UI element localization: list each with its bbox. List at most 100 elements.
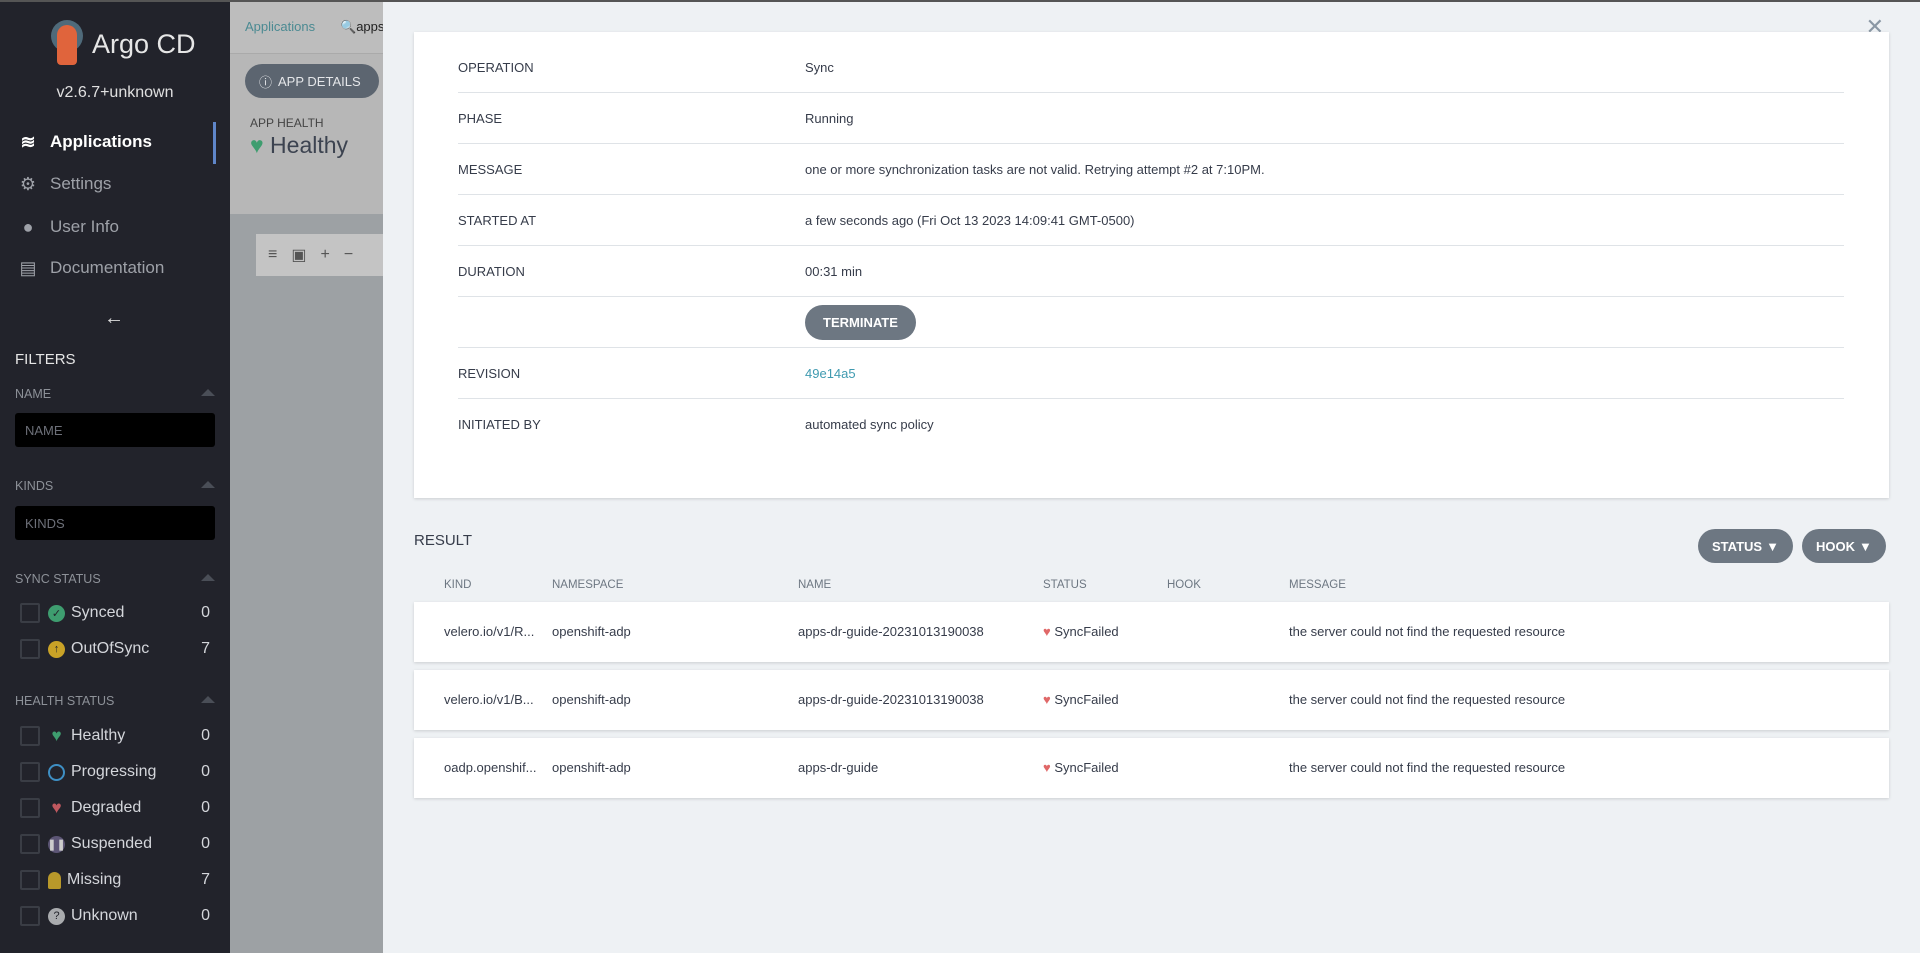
info-icon: ⓘ bbox=[259, 74, 273, 90]
argo-logo-icon bbox=[48, 20, 86, 68]
cell-namespace: openshift-adp bbox=[552, 692, 631, 707]
filter-label: Degraded bbox=[71, 799, 142, 816]
checkbox[interactable] bbox=[20, 870, 40, 890]
nav-documentation[interactable]: ▤ Documentation bbox=[0, 248, 230, 288]
checkbox[interactable] bbox=[20, 834, 40, 854]
table-row[interactable]: oadp.openshif... openshift-adp apps-dr-g… bbox=[414, 738, 1889, 798]
checkbox[interactable] bbox=[20, 762, 40, 782]
filter-progressing[interactable]: Progressing 0 bbox=[20, 759, 210, 785]
app-summary: ⓘ APP DETAILS APP HEALTH ♥ Healthy bbox=[230, 54, 390, 214]
pause-circle-icon: ❚❚ bbox=[47, 835, 66, 853]
app-health-label: APP HEALTH bbox=[250, 116, 324, 130]
table-row[interactable]: velero.io/v1/B... openshift-adp apps-dr-… bbox=[414, 670, 1889, 730]
cell-status: ♥ SyncFailed bbox=[1043, 760, 1119, 775]
filter-unknown[interactable]: ? Unknown 0 bbox=[20, 903, 210, 929]
filter-degraded[interactable]: ♥ Degraded 0 bbox=[20, 795, 210, 821]
broken-heart-icon: ♥ bbox=[51, 798, 62, 817]
cell-message: the server could not find the requested … bbox=[1289, 624, 1566, 639]
cell-namespace: openshift-adp bbox=[552, 760, 631, 775]
column-header-kind: KIND bbox=[444, 579, 472, 591]
app-details-button[interactable]: ⓘ APP DETAILS bbox=[245, 64, 379, 98]
cell-name: apps-dr-guide bbox=[798, 760, 879, 775]
kinds-filter-input[interactable]: KINDS bbox=[15, 506, 215, 540]
breadcrumb-applications[interactable]: Applications bbox=[245, 19, 315, 34]
hook-filter-button[interactable]: HOOK ▼ bbox=[1802, 529, 1886, 563]
heart-icon: ♥ bbox=[51, 726, 62, 745]
button-label: HOOK bbox=[1816, 538, 1855, 554]
filter-label: Unknown bbox=[71, 907, 138, 924]
cell-status: ♥ SyncFailed bbox=[1043, 692, 1119, 707]
nav-label: Applications bbox=[50, 132, 153, 151]
terminate-button[interactable]: TERMINATE bbox=[805, 304, 916, 340]
nav-settings[interactable]: ⚙ Settings bbox=[0, 164, 230, 204]
health-status-header[interactable]: HEALTH STATUS bbox=[15, 694, 215, 708]
operation-row: OPERATION Sync bbox=[458, 42, 1844, 93]
user-icon: ● bbox=[22, 216, 34, 237]
zoom-in-icon[interactable]: + bbox=[320, 246, 329, 264]
filter-missing[interactable]: Missing 7 bbox=[20, 867, 210, 893]
section-label: NAME bbox=[15, 387, 52, 401]
started-at-row: STARTED AT a few seconds ago (Fri Oct 13 … bbox=[458, 195, 1844, 246]
book-icon: ▤ bbox=[19, 257, 37, 278]
kinds-filter-header[interactable]: KINDS bbox=[15, 479, 215, 493]
logo[interactable]: Argo CD bbox=[48, 20, 196, 68]
checkbox[interactable] bbox=[20, 906, 40, 926]
broken-heart-icon: ♥ bbox=[1043, 760, 1051, 775]
collapse-caret-icon bbox=[201, 696, 215, 703]
zoom-out-icon[interactable]: − bbox=[344, 246, 353, 264]
name-filter-header[interactable]: NAME bbox=[15, 387, 215, 401]
fit-view-icon[interactable]: ▣ bbox=[291, 245, 306, 265]
nav-applications[interactable]: ≋ Applications bbox=[0, 122, 230, 164]
list-view-icon[interactable]: ≡ bbox=[268, 246, 277, 264]
nav-label: User Info bbox=[50, 217, 119, 236]
nav-user-info[interactable]: ● User Info bbox=[0, 207, 230, 247]
status-text: SyncFailed bbox=[1054, 760, 1119, 775]
row-value: Running bbox=[805, 110, 854, 126]
checkbox[interactable] bbox=[20, 603, 40, 623]
revision-link[interactable]: 49e14a5 bbox=[805, 366, 856, 381]
sidebar: Argo CD v2.6.7+unknown ≋ Applications ⚙ Se… bbox=[0, 2, 230, 953]
table-row[interactable]: velero.io/v1/R... openshift-adp apps-dr-… bbox=[414, 602, 1889, 662]
button-label: APP DETAILS bbox=[278, 73, 361, 89]
row-key: DURATION bbox=[458, 263, 525, 279]
search-breadcrumb[interactable]: 🔍apps bbox=[340, 19, 384, 35]
cell-message: the server could not find the requested … bbox=[1289, 760, 1566, 775]
message-row: MESSAGE one or more synchronization tasks… bbox=[458, 144, 1844, 195]
name-filter-input[interactable]: NAME bbox=[15, 413, 215, 447]
collapse-caret-icon bbox=[201, 389, 215, 396]
filter-count: 7 bbox=[201, 871, 210, 888]
column-header-namespace: NAMESPACE bbox=[552, 579, 624, 591]
section-label: HEALTH STATUS bbox=[15, 694, 115, 708]
status-filter-button[interactable]: STATUS ▼ bbox=[1698, 529, 1793, 563]
row-value: 00:31 min bbox=[805, 263, 863, 279]
filter-count: 0 bbox=[201, 835, 210, 852]
filter-outofsync[interactable]: ↑ OutOfSync 7 bbox=[20, 636, 210, 662]
terminate-row: TERMINATE bbox=[458, 297, 1844, 348]
status-text: SyncFailed bbox=[1054, 624, 1119, 639]
section-label: SYNC STATUS bbox=[15, 572, 101, 586]
gears-icon: ⚙ bbox=[19, 173, 37, 194]
column-header-message: MESSAGE bbox=[1289, 579, 1346, 591]
filter-count: 0 bbox=[201, 604, 210, 621]
row-key: REVISION bbox=[458, 365, 521, 381]
duration-row: DURATION 00:31 min bbox=[458, 246, 1844, 297]
check-circle-icon: ✓ bbox=[48, 604, 65, 622]
cell-kind: oadp.openshif... bbox=[444, 760, 537, 775]
collapse-sidebar-arrow-icon[interactable]: ← bbox=[104, 307, 124, 330]
cell-namespace: openshift-adp bbox=[552, 624, 631, 639]
row-key: STARTED AT bbox=[458, 212, 537, 228]
filter-synced[interactable]: ✓ Synced 0 bbox=[20, 600, 210, 626]
checkbox[interactable] bbox=[20, 639, 40, 659]
filter-label: Progressing bbox=[71, 763, 157, 780]
checkbox[interactable] bbox=[20, 726, 40, 746]
top-bar: Applications 🔍apps bbox=[230, 2, 390, 54]
section-label: KINDS bbox=[15, 479, 54, 493]
app-health-value: ♥ Healthy bbox=[250, 132, 348, 159]
checkbox[interactable] bbox=[20, 798, 40, 818]
filter-healthy[interactable]: ♥ Healthy 0 bbox=[20, 723, 210, 749]
phase-row: PHASE Running bbox=[458, 93, 1844, 144]
row-value: a few seconds ago (Fri Oct 13 2023 14:09… bbox=[805, 212, 1135, 228]
filter-suspended[interactable]: ❚❚ Suspended 0 bbox=[20, 831, 210, 857]
sync-status-header[interactable]: SYNC STATUS bbox=[15, 572, 215, 586]
app-background: Applications 🔍apps ⓘ APP DETAILS APP HEAL… bbox=[230, 2, 396, 953]
